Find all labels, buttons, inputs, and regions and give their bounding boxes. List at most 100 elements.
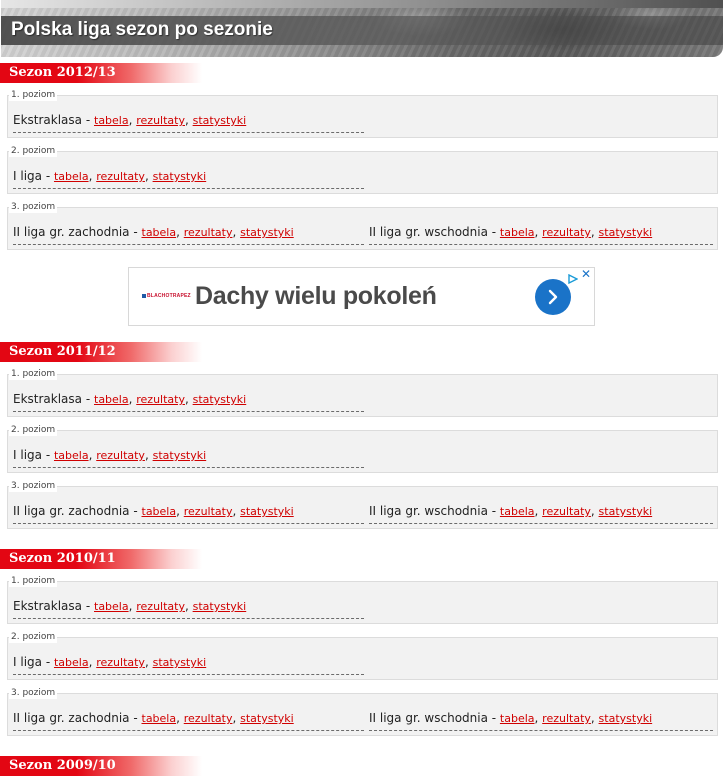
league-entry: II liga gr. wschodnia - tabela, rezultat…: [369, 224, 713, 245]
league-name: II liga gr. zachodnia: [13, 225, 130, 239]
table-link[interactable]: tabela: [500, 226, 535, 239]
separator: -: [42, 169, 54, 183]
chevron-right-icon[interactable]: [535, 279, 571, 315]
results-link[interactable]: rezultaty: [136, 600, 185, 613]
stats-link[interactable]: statystyki: [193, 393, 247, 406]
results-link[interactable]: rezultaty: [96, 170, 145, 183]
league-entry: Ekstraklasa - tabela, rezultaty, statyst…: [13, 112, 364, 133]
league-name: II liga gr. wschodnia: [369, 504, 488, 518]
level-box: 3. poziom II liga gr. zachodnia - tabela,…: [7, 480, 718, 529]
league-entry: Ekstraklasa - tabela, rezultaty, statyst…: [13, 598, 364, 619]
league-name: II liga gr. wschodnia: [369, 711, 488, 725]
league-name: Ekstraklasa: [13, 113, 83, 127]
separator: ,: [184, 599, 193, 613]
table-link[interactable]: tabela: [500, 505, 535, 518]
separator: ,: [176, 225, 184, 239]
separator: ,: [590, 504, 599, 518]
table-link[interactable]: tabela: [94, 393, 129, 406]
ad-brand-logo[interactable]: BLACHOTRAPEZ: [142, 293, 191, 299]
level-box: 1. poziom Ekstraklasa - tabela, rezultaty…: [7, 575, 718, 624]
season-title: Sezon 2010/11: [0, 549, 202, 569]
stats-link[interactable]: statystyki: [599, 712, 653, 725]
results-link[interactable]: rezultaty: [96, 656, 145, 669]
separator: -: [129, 504, 142, 518]
results-link[interactable]: rezultaty: [184, 505, 233, 518]
league-entry: II liga gr. wschodnia - tabela, rezultat…: [369, 710, 713, 731]
close-icon[interactable]: ✕: [581, 268, 591, 280]
level-label: 1. poziom: [9, 89, 58, 101]
stats-link[interactable]: statystyki: [240, 505, 294, 518]
separator: -: [129, 711, 142, 725]
season-section: Sezon 2010/11 1. poziom Ekstraklasa - tabe…: [0, 549, 725, 736]
results-link[interactable]: rezultaty: [136, 393, 185, 406]
level-box: 2. poziom I liga - tabela, rezultaty, sta…: [7, 145, 718, 194]
table-link[interactable]: tabela: [54, 449, 89, 462]
league-name: I liga: [13, 169, 42, 183]
results-link[interactable]: rezultaty: [542, 712, 591, 725]
stats-link[interactable]: statystyki: [240, 226, 294, 239]
results-link[interactable]: rezultaty: [542, 226, 591, 239]
table-link[interactable]: tabela: [94, 600, 129, 613]
stats-link[interactable]: statystyki: [599, 226, 653, 239]
separator: -: [82, 392, 94, 406]
season-title: Sezon 2009/10: [0, 756, 202, 776]
adchoices-icon[interactable]: [568, 269, 579, 285]
separator: -: [82, 113, 94, 127]
level-label: 1. poziom: [9, 368, 58, 380]
league-entry: Ekstraklasa - tabela, rezultaty, statyst…: [13, 391, 364, 412]
league-entry: I liga - tabela, rezultaty, statystyki: [13, 447, 364, 468]
header-top-strip: [1, 0, 723, 8]
season-section: Sezon 2009/10: [0, 756, 725, 776]
separator: -: [82, 599, 94, 613]
separator: ,: [590, 711, 599, 725]
separator: -: [42, 448, 54, 462]
table-link[interactable]: tabela: [142, 226, 177, 239]
league-entry: II liga gr. zachodnia - tabela, rezultat…: [13, 710, 364, 731]
level-label: 3. poziom: [9, 480, 58, 492]
stats-link[interactable]: statystyki: [193, 600, 247, 613]
separator: ,: [176, 711, 184, 725]
league-name: II liga gr. wschodnia: [369, 225, 488, 239]
league-entry: II liga gr. zachodnia - tabela, rezultat…: [13, 503, 364, 524]
level-box: 3. poziom II liga gr. zachodnia - tabela,…: [7, 687, 718, 736]
league-entry: II liga gr. zachodnia - tabela, rezultat…: [13, 224, 364, 245]
stats-link[interactable]: statystyki: [240, 712, 294, 725]
results-link[interactable]: rezultaty: [96, 449, 145, 462]
league-entry: I liga - tabela, rezultaty, statystyki: [13, 168, 364, 189]
ad-banner[interactable]: BLACHOTRAPEZ Dachy wielu pokoleń ✕: [128, 267, 595, 326]
stats-link[interactable]: statystyki: [153, 449, 207, 462]
stats-link[interactable]: statystyki: [193, 114, 247, 127]
league-name: II liga gr. zachodnia: [13, 504, 130, 518]
separator: -: [129, 225, 142, 239]
league-name: Ekstraklasa: [13, 392, 83, 406]
level-label: 2. poziom: [9, 145, 58, 157]
level-box: 2. poziom I liga - tabela, rezultaty, sta…: [7, 424, 718, 473]
table-link[interactable]: tabela: [142, 712, 177, 725]
separator: ,: [184, 113, 193, 127]
table-link[interactable]: tabela: [54, 656, 89, 669]
league-name: I liga: [13, 448, 42, 462]
table-link[interactable]: tabela: [500, 712, 535, 725]
level-label: 3. poziom: [9, 201, 58, 213]
separator: ,: [144, 448, 153, 462]
results-link[interactable]: rezultaty: [542, 505, 591, 518]
table-link[interactable]: tabela: [142, 505, 177, 518]
ad-headline[interactable]: Dachy wielu pokoleń: [195, 282, 437, 311]
separator: ,: [232, 711, 241, 725]
level-box: 2. poziom I liga - tabela, rezultaty, sta…: [7, 631, 718, 680]
stats-link[interactable]: statystyki: [153, 656, 207, 669]
season-section: Sezon 2012/13 1. poziom Ekstraklasa - tabe…: [0, 63, 725, 250]
results-link[interactable]: rezultaty: [184, 712, 233, 725]
separator: -: [42, 655, 54, 669]
level-label: 3. poziom: [9, 687, 58, 699]
results-link[interactable]: rezultaty: [136, 114, 185, 127]
table-link[interactable]: tabela: [54, 170, 89, 183]
separator: ,: [176, 504, 184, 518]
stats-link[interactable]: statystyki: [599, 505, 653, 518]
separator: ,: [144, 169, 153, 183]
separator: ,: [232, 504, 241, 518]
league-name: II liga gr. zachodnia: [13, 711, 130, 725]
results-link[interactable]: rezultaty: [184, 226, 233, 239]
stats-link[interactable]: statystyki: [153, 170, 207, 183]
table-link[interactable]: tabela: [94, 114, 129, 127]
